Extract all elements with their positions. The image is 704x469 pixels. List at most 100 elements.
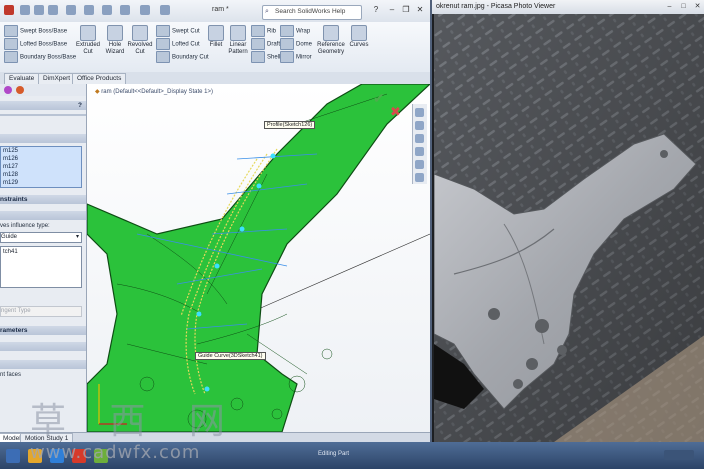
model-view[interactable] (87, 84, 430, 432)
window-title: ram * (212, 6, 229, 13)
list-item[interactable]: m125 (1, 147, 81, 155)
print-icon[interactable] (66, 5, 76, 15)
guide-curves-list[interactable]: tch41 (0, 246, 82, 288)
reference-geometry-button[interactable]: Reference Geometry (314, 25, 348, 56)
loft-header: ? (0, 101, 86, 110)
close-button[interactable]: ✕ (414, 4, 426, 16)
start-icon[interactable] (6, 449, 20, 463)
feature-manager-icon[interactable] (4, 86, 12, 94)
solidworks-logo-icon[interactable] (4, 5, 14, 15)
tab-office-products[interactable]: Office Products (72, 73, 127, 84)
watermark-url: www.cadwfx.com (30, 442, 201, 463)
list-item[interactable]: tch41 (1, 247, 81, 257)
minimize-button[interactable]: – (664, 2, 675, 12)
photo-view[interactable] (434, 14, 704, 442)
swept-boss-base-button[interactable]: Swept Boss/Base (4, 25, 67, 37)
shell-icon (251, 51, 265, 63)
divider (0, 114, 86, 116)
hole-wizard-icon (107, 25, 123, 41)
lofted-boss-base-button[interactable]: Lofted Boss/Base (4, 38, 67, 50)
open-icon[interactable] (34, 5, 44, 15)
boundary-boss-base-button[interactable]: Boundary Boss/Base (4, 51, 76, 63)
swept-cut-icon (156, 25, 170, 37)
list-item[interactable]: m129 (1, 179, 81, 187)
profiles-list[interactable]: m125 m126 m127 m128 m129 (0, 146, 82, 188)
linear-pattern-button[interactable]: Linear Pattern (226, 25, 250, 56)
watermark-chars: 草 西 网 (30, 401, 241, 442)
swept-cut-button[interactable]: Swept Cut (156, 25, 200, 37)
rib-button[interactable]: Rib (251, 25, 276, 37)
wrap-button[interactable]: Wrap (280, 25, 310, 37)
manager-tabs (0, 84, 86, 96)
list-item[interactable]: m126 (1, 155, 81, 163)
fillet-button[interactable]: Fillet (206, 25, 226, 49)
tab-evaluate[interactable]: Evaluate (4, 73, 40, 84)
help-search-input[interactable]: ⌕ Search SolidWorks Help (262, 5, 362, 20)
profiles-section-header[interactable] (0, 134, 86, 143)
file-explorer-icon[interactable] (415, 134, 424, 143)
revolved-cut-icon (132, 25, 148, 41)
dome-button[interactable]: Dome (280, 38, 312, 50)
shell-button[interactable]: Shell (251, 51, 280, 63)
maximize-button[interactable]: □ (678, 2, 689, 12)
extruded-cut-button[interactable]: Extruded Cut (74, 25, 102, 56)
revolved-cut-button[interactable]: Revolved Cut (127, 25, 153, 56)
mirror-button[interactable]: Mirror (280, 51, 312, 63)
influence-label: ves influence type: (0, 223, 50, 229)
search-icon: ⌕ (265, 8, 269, 15)
cancel-x-icon[interactable]: ✖ (390, 104, 401, 120)
influence-type-select[interactable]: Guide ▾ (0, 232, 82, 243)
frame-model[interactable] (87, 84, 430, 432)
fillet-icon (208, 25, 224, 41)
resources-icon[interactable] (415, 108, 424, 117)
design-library-icon[interactable] (415, 121, 424, 130)
help-icon[interactable]: ? (370, 4, 382, 16)
minimize-button[interactable]: – (386, 4, 398, 16)
rebuild-icon[interactable] (120, 5, 130, 15)
list-item[interactable]: m128 (1, 171, 81, 179)
tangent-type-select: ngent Type (0, 306, 82, 317)
save-icon[interactable] (48, 5, 58, 15)
rib-icon (251, 25, 265, 37)
tab-dimxpert[interactable]: DimXpert (38, 73, 76, 84)
lofted-boss-icon (4, 38, 18, 50)
boundary-cut-button[interactable]: Boundary Cut (156, 51, 209, 63)
confirm-check-icon[interactable]: ✔ (373, 90, 385, 107)
status-text: Editing Part (318, 451, 350, 457)
undo-icon[interactable] (84, 5, 94, 15)
options-section-header[interactable] (0, 360, 86, 369)
select-icon[interactable] (102, 5, 112, 15)
draft-button[interactable]: Draft (251, 38, 280, 50)
help-icon[interactable]: ? (78, 101, 82, 110)
clock-tray[interactable] (664, 450, 694, 460)
curves-icon (351, 25, 367, 41)
graphics-area[interactable]: ◆ ram (Default<<Default>_Display State 1… (87, 84, 430, 432)
title-bar: ram * ⌕ Search SolidWorks Help ? – ❐ ✕ (0, 0, 430, 23)
constraints-section-header[interactable]: nstraints (0, 195, 86, 204)
chevron-down-icon: ▾ (75, 234, 79, 240)
list-item[interactable]: m127 (1, 163, 81, 171)
section-header[interactable] (0, 342, 86, 351)
curves-button[interactable]: Curves (348, 25, 370, 49)
task-pane-strip (412, 104, 427, 184)
hole-wizard-button[interactable]: Hole Wizard (104, 25, 126, 56)
picasa-title-bar: okrenut ram.jpg - Picasa Photo Viewer – … (432, 0, 704, 14)
faces-label: nt faces (0, 372, 22, 378)
new-icon[interactable] (20, 5, 30, 15)
close-button[interactable]: ✕ (692, 2, 703, 12)
file-properties-icon[interactable] (160, 5, 170, 15)
custom-properties-icon[interactable] (415, 173, 424, 182)
appearances-icon[interactable] (415, 160, 424, 169)
view-palette-icon[interactable] (415, 147, 424, 156)
options-icon[interactable] (140, 5, 150, 15)
guide-curves-section-header[interactable] (0, 211, 86, 220)
reference-geometry-icon (323, 25, 339, 41)
profile-callout[interactable]: Profile(Sketch126) (264, 121, 316, 129)
lofted-cut-button[interactable]: Lofted Cut (156, 38, 200, 50)
guide-curve-callout[interactable]: Guide Curve(3DSketch41) (195, 352, 266, 360)
parameters-section-header[interactable]: rameters (0, 326, 86, 335)
restore-button[interactable]: ❐ (400, 4, 412, 16)
boundary-cut-icon (156, 51, 170, 63)
property-manager: ? m125 m126 m127 m128 m129 nstraints ves… (0, 84, 87, 432)
appearance-icon[interactable] (16, 86, 24, 94)
